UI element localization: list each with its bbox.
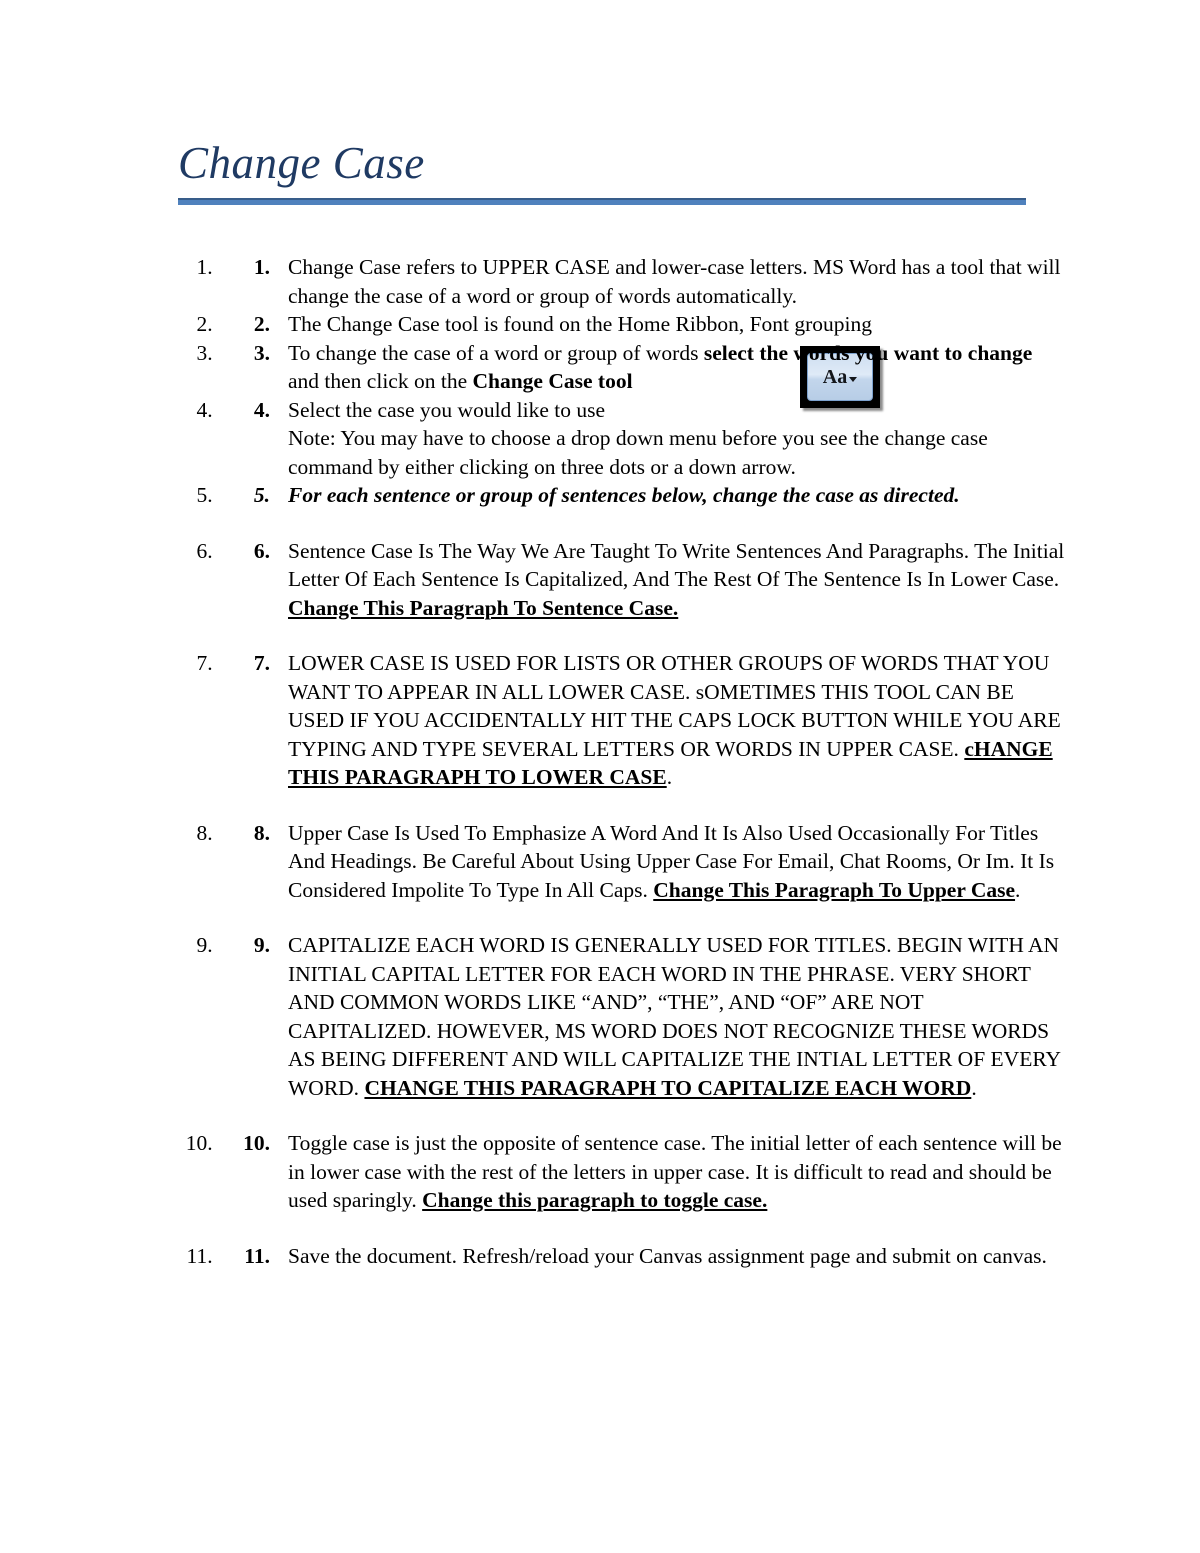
document-page: Change Case Aa 1. Change Case refers to … <box>0 0 1200 1553</box>
list-item-text: CAPITALIZE EACH WORD IS GENERALLY USED F… <box>288 931 1068 1102</box>
list-item: 3. To change the case of a word or group… <box>218 339 1068 396</box>
list-item-text: Save the document. Refresh/reload your C… <box>288 1243 1047 1268</box>
list-item: 4. Select the case you would like to use… <box>218 396 1068 482</box>
text-run: and then click on the <box>288 369 473 393</box>
list-item: 11. Save the document. Refresh/reload yo… <box>218 1242 1068 1271</box>
list-item: 1. Change Case refers to UPPER CASE and … <box>218 253 1068 310</box>
text-run-bold: Change Case tool <box>472 369 633 393</box>
list-item: 2. The Change Case tool is found on the … <box>218 310 1068 339</box>
instructions-list: 1. Change Case refers to UPPER CASE and … <box>178 253 1068 1270</box>
list-item: 7. LOWER CASE IS USED FOR LISTS OR OTHER… <box>218 649 1068 792</box>
list-item-text: Select the case you would like to use Not… <box>288 396 1068 482</box>
text-run: Sentence Case Is The Way We Are Taught T… <box>288 538 1065 592</box>
text-run-bold: select the words you want to change <box>703 340 1033 365</box>
list-item-number: 4. <box>253 397 270 422</box>
text-run: . <box>666 765 673 789</box>
list-item-number: 1. <box>253 255 270 279</box>
list-item: 8. Upper Case Is Used To Emphasize A Wor… <box>218 819 1068 905</box>
text-run-emphasis: Change This Paragraph To Upper Case <box>653 877 1016 902</box>
text-run-emphasis: Change This Paragraph To Sentence Case. <box>288 595 679 620</box>
title-divider <box>178 198 1026 205</box>
list-item-number: 6. <box>253 538 270 563</box>
list-item-text: To change the case of a word or group of… <box>288 339 1068 396</box>
list-item-text: Upper Case Is Used To Emphasize A Word A… <box>288 819 1068 905</box>
list-item-number: 9. <box>253 933 270 957</box>
list-item: 10. Toggle case is just the opposite of … <box>218 1129 1068 1215</box>
text-run-emphasis: Change this paragraph to toggle case. <box>422 1188 768 1212</box>
title-block: Change Case <box>178 136 1026 205</box>
list-item-text: For each sentence or group of sentences … <box>288 483 960 507</box>
list-item-number: 10. <box>243 1131 270 1155</box>
note-text: Note: You may have to choose a drop down… <box>288 426 988 479</box>
list-item-text: Sentence Case Is The Way We Are Taught T… <box>288 537 1068 623</box>
text-run: . <box>1015 877 1021 902</box>
list-item-text: The Change Case tool is found on the Hom… <box>288 312 873 336</box>
page-title: Change Case <box>178 138 425 188</box>
list-item-number: 7. <box>253 651 270 675</box>
list-item-number: 5. <box>253 483 270 507</box>
list-item-number: 8. <box>253 820 270 845</box>
list-item: 6. Sentence Case Is The Way We Are Taugh… <box>218 537 1068 623</box>
list-item-number: 11. <box>244 1243 270 1268</box>
list-item-text: Change Case refers to UPPER CASE and low… <box>288 255 1061 308</box>
list-item: 5. For each sentence or group of sentenc… <box>218 481 1068 510</box>
list-item-text: Toggle case is just the opposite of sent… <box>288 1129 1068 1215</box>
list-item-text: LOWER CASE IS USED FOR LISTS OR OTHER GR… <box>288 649 1068 792</box>
text-run-emphasis: CHANGE THIS PARAGRAPH TO CAPITALIZE EACH… <box>364 1075 972 1100</box>
list-item-number: 3. <box>253 340 270 365</box>
list-item-number: 2. <box>253 312 270 336</box>
list-item: 9. CAPITALIZE EACH WORD IS GENERALLY USE… <box>218 931 1068 1102</box>
text-run: . <box>971 1075 977 1100</box>
text-run: To change the case of a word or group of… <box>288 340 704 365</box>
text-run: Select the case you would like to use <box>288 397 606 422</box>
text-run: LOWER CASE IS USED FOR LISTS OR OTHER GR… <box>288 651 1061 761</box>
